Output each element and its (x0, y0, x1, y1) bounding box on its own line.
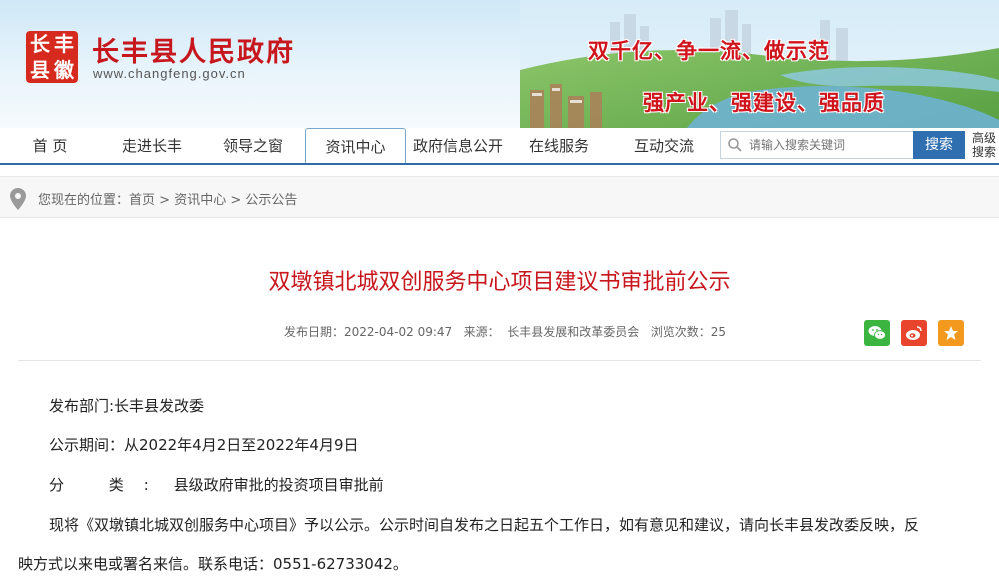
article-title: 双墩镇北城双创服务中心项目建议书审批前公示 (268, 270, 731, 295)
nav-item-online-service[interactable]: 在线服务 (520, 128, 598, 164)
article-category-line: 分 类: 县级政府审批的投资项目审批前 (49, 474, 384, 495)
nav-item-news[interactable]: 资讯中心 (305, 128, 406, 164)
search-box (720, 131, 914, 159)
views-label: 浏览次数： (650, 325, 711, 339)
nav-item-leaders[interactable]: 领导之窗 (208, 128, 298, 164)
wechat-icon (868, 326, 886, 340)
breadcrumb-bar: 您现在的位置：首页 > 资讯中心 > 公示公告 (0, 176, 999, 218)
main-nav: 首 页 走进长丰 领导之窗 资讯中心 政府信息公开 在线服务 互动交流 搜索 高… (0, 128, 999, 164)
share-wechat-button[interactable] (864, 320, 890, 346)
search-button[interactable]: 搜索 (913, 131, 965, 159)
article-body-line-1: 现将《双墩镇北城双创服务中心项目》予以公示。公示时间自发布之日起五个工作日，如有… (49, 516, 920, 534)
search-input[interactable] (749, 132, 911, 158)
breadcrumb-link-news[interactable]: 资讯中心 (174, 193, 226, 208)
source-value: 长丰县发展和改革委员会 (507, 325, 640, 339)
logo-seal[interactable]: 长 丰 县 徽 (26, 31, 78, 83)
logo-glyph: 县 (30, 58, 50, 82)
nav-divider (0, 163, 999, 165)
views-count: 25 (710, 325, 727, 339)
source-label: 来源： (463, 325, 500, 339)
publish-date-label: 发布日期： (284, 325, 345, 339)
logo-glyph: 徽 (54, 58, 74, 82)
favorite-button[interactable] (938, 320, 964, 346)
article-period-line: 公示期间：从2022年4月2日至2022年4月9日 (49, 436, 359, 454)
breadcrumb: 您现在的位置：首页 > 资讯中心 > 公示公告 (38, 189, 297, 208)
breadcrumb-separator: > (155, 193, 175, 208)
breadcrumb-prefix: 您现在的位置： (38, 193, 130, 208)
breadcrumb-link-notices[interactable]: 公示公告 (245, 193, 297, 208)
site-title[interactable]: 长丰县人民政府 (92, 30, 295, 69)
star-icon (944, 326, 958, 340)
article-meta: 发布日期：2022-04-02 09:47 来源： 长丰县发展和改革委员会 浏览… (284, 323, 726, 340)
category-value: 县级政府审批的投资项目审批前 (168, 476, 384, 494)
slogan-line-1: 双千亿、争一流、做示范 (588, 38, 830, 63)
nav-item-interaction[interactable]: 互动交流 (622, 128, 706, 164)
nav-item-about[interactable]: 走进长丰 (108, 128, 196, 164)
meta-divider (18, 360, 981, 361)
slogan-line-2: 强产业、强建设、强品质 (643, 90, 885, 115)
category-label: 分 类: (49, 476, 169, 494)
logo-glyph: 长 (30, 32, 50, 56)
publish-date: 2022-04-02 09:47 (344, 325, 453, 339)
search-icon (728, 138, 742, 152)
breadcrumb-separator: > (226, 193, 246, 208)
nav-item-gov-info[interactable]: 政府信息公开 (406, 128, 510, 164)
article-dept-line: 发布部门:长丰县发改委 (49, 397, 205, 415)
weibo-icon (906, 326, 922, 340)
logo-glyph: 丰 (54, 32, 74, 56)
header-banner: 长 丰 县 徽 长丰县人民政府 www.changfeng.gov.cn 双千亿… (0, 0, 999, 128)
breadcrumb-link-home[interactable]: 首页 (129, 193, 155, 208)
advanced-search-link[interactable]: 高级搜索 (972, 131, 999, 159)
share-weibo-button[interactable] (901, 320, 927, 346)
article-body-line-2: 映方式以来电或署名来信。联系电话：0551-62733042。 (18, 555, 408, 573)
nav-item-home[interactable]: 首 页 (14, 128, 86, 164)
location-pin-icon (10, 188, 26, 210)
site-url: www.changfeng.gov.cn (93, 66, 246, 81)
